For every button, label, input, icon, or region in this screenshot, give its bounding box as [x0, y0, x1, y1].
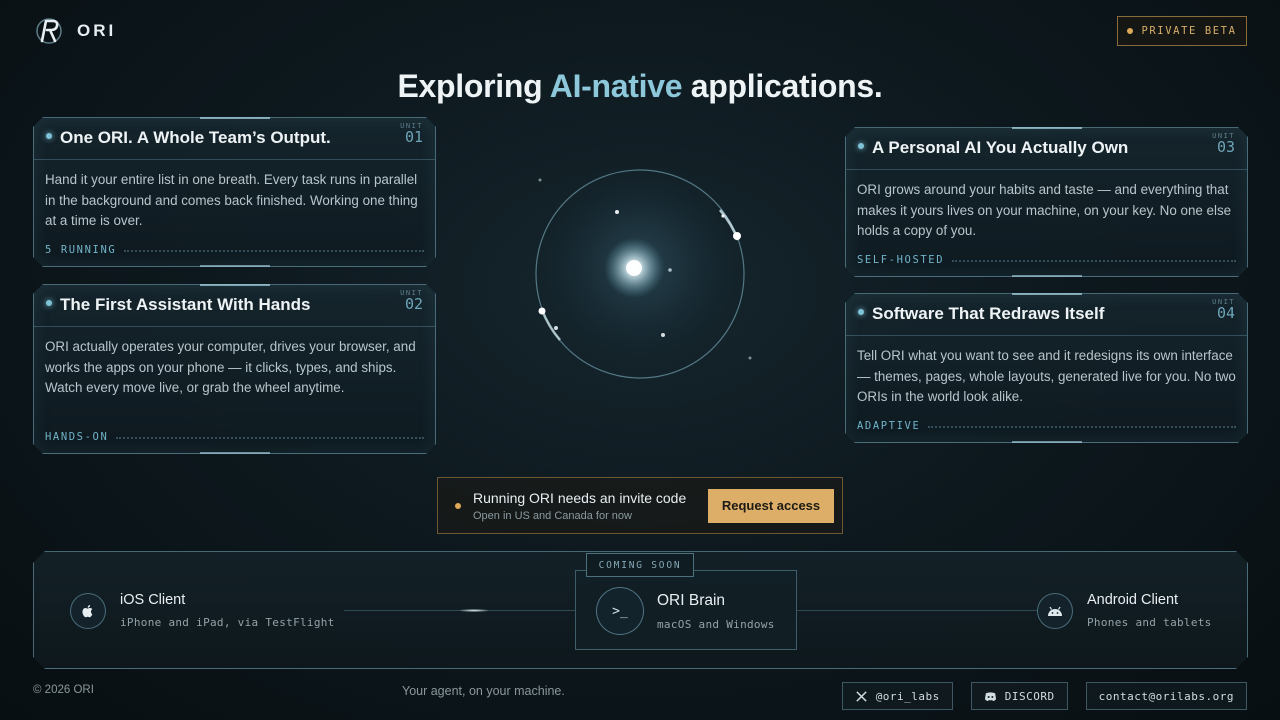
- dotted-rule: [952, 258, 1236, 262]
- unit-number: 03: [1216, 138, 1235, 156]
- invite-title: Running ORI needs an invite code: [473, 489, 687, 506]
- card-body: Tell ORI what you want to see and it red…: [857, 348, 1236, 405]
- terminal-icon: >_: [596, 587, 644, 635]
- brand-logo[interactable]: ORI: [33, 15, 116, 47]
- coming-soon-badge: COMING SOON: [586, 553, 694, 577]
- brand-name: ORI: [77, 21, 117, 40]
- feature-card-2: The First Assistant With Hands UNIT 02 O…: [33, 284, 436, 454]
- dotted-rule: [116, 435, 424, 439]
- beta-dot-icon: [1127, 28, 1134, 34]
- discord-link[interactable]: DISCORD: [970, 682, 1068, 710]
- headline-before: Exploring: [397, 68, 550, 104]
- request-access-button[interactable]: Request access: [708, 488, 834, 523]
- ios-client[interactable]: iOS Client iPhone and iPad, via TestFlig…: [70, 592, 335, 629]
- card-tag: HANDS-ON: [45, 431, 109, 443]
- ori-brain-sub: macOS and Windows: [657, 617, 775, 631]
- headline-after: applications.: [682, 68, 883, 104]
- invite-subtitle: Open in US and Canada for now: [473, 509, 632, 522]
- unit-number: 02: [404, 295, 423, 313]
- discord-label: DISCORD: [1004, 689, 1055, 703]
- card-title: The First Assistant With Hands: [60, 295, 311, 314]
- card-dot-icon: [858, 143, 864, 149]
- x-link[interactable]: @ori_labs: [841, 682, 953, 710]
- card-body: ORI actually operates your computer, dri…: [45, 339, 416, 396]
- android-client-name: Android Client: [1087, 592, 1179, 608]
- ori-logo-icon: [36, 18, 62, 44]
- footer-tagline: Your agent, on your machine.: [402, 684, 565, 698]
- ori-brain-card[interactable]: >_ ORI Brain macOS and Windows: [575, 570, 797, 650]
- contact-email: contact@orilabs.org: [1098, 689, 1234, 703]
- feature-card-1: One ORI. A Whole Team’s Output. UNIT 01 …: [33, 117, 436, 267]
- contact-email-link[interactable]: contact@orilabs.org: [1085, 682, 1247, 710]
- invite-dot-icon: [455, 502, 461, 509]
- platforms-panel: iOS Client iPhone and iPad, via TestFlig…: [33, 551, 1248, 669]
- unit-number: 01: [404, 128, 423, 146]
- discord-icon: [984, 691, 996, 701]
- android-client-sub: Phones and tablets: [1087, 616, 1212, 629]
- card-tag: SELF-HOSTED: [857, 254, 945, 266]
- card-body: Hand it your entire list in one breath. …: [45, 172, 418, 229]
- ori-brain-name: ORI Brain: [657, 591, 726, 609]
- beta-label: PRIVATE BETA: [1141, 25, 1237, 37]
- x-handle: @ori_labs: [875, 689, 940, 703]
- unit-number: 04: [1216, 304, 1235, 322]
- invite-banner: Running ORI needs an invite code Open in…: [437, 477, 843, 534]
- card-tag: 5 RUNNING: [45, 244, 117, 256]
- x-icon: [856, 690, 867, 702]
- card-tag: ADAPTIVE: [857, 420, 921, 432]
- card-title: Software That Redraws Itself: [872, 304, 1105, 323]
- headline-accent: AI-native: [549, 68, 683, 104]
- card-dot-icon: [46, 133, 52, 139]
- connector-glow: [460, 609, 488, 612]
- dotted-rule: [124, 248, 424, 252]
- dotted-rule: [928, 424, 1236, 428]
- ai-orb-visual: [532, 166, 752, 382]
- card-title: One ORI. A Whole Team’s Output.: [60, 128, 331, 147]
- card-dot-icon: [858, 309, 864, 315]
- ios-client-name: iOS Client: [120, 592, 186, 608]
- android-client[interactable]: Android Client Phones and tablets: [1037, 592, 1212, 629]
- apple-icon: [70, 593, 106, 629]
- feature-card-4: Software That Redraws Itself UNIT 04 Tel…: [845, 293, 1248, 443]
- page-title: Exploring AI-native applications.: [0, 68, 1280, 105]
- card-title: A Personal AI You Actually Own: [872, 138, 1129, 157]
- card-body: ORI grows around your habits and taste —…: [857, 182, 1232, 239]
- private-beta-badge: PRIVATE BETA: [1117, 16, 1247, 46]
- ios-client-sub: iPhone and iPad, via TestFlight: [120, 616, 335, 629]
- feature-card-3: A Personal AI You Actually Own UNIT 03 O…: [845, 127, 1248, 277]
- copyright: © 2026 ORI: [33, 684, 94, 696]
- android-icon: [1037, 593, 1073, 629]
- card-dot-icon: [46, 300, 52, 306]
